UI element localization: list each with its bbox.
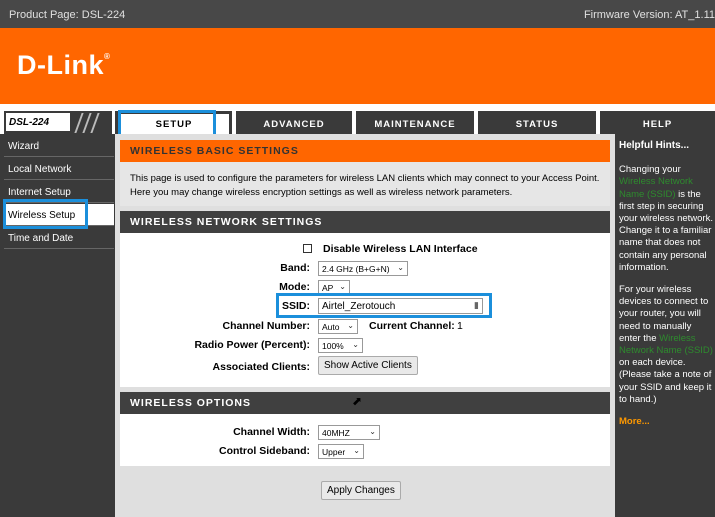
chevron-down-icon: ⌄ (339, 282, 346, 291)
ssid-value: Airtel_Zerotouch (322, 301, 396, 312)
basic-settings-description: This page is used to configure the param… (120, 162, 610, 206)
tab-status[interactable]: STATUS (478, 111, 596, 136)
help-title: Helpful Hints... (619, 140, 689, 151)
control-sideband-value: Upper (322, 447, 346, 457)
sidebar-item-wireless-setup[interactable]: Wireless Setup (4, 204, 114, 226)
sidebar-item-local-network[interactable]: Local Network (4, 158, 114, 180)
control-sideband-select[interactable]: Upper ⌄ (318, 444, 364, 459)
dlink-logo: D-Link® (17, 50, 111, 80)
band-label: Band: (280, 262, 310, 274)
channel-select[interactable]: Auto ⌄ (318, 319, 358, 334)
top-info-bar: Product Page: DSL-224 Firmware Version: … (0, 0, 715, 28)
mode-select[interactable]: AP ⌄ (318, 280, 350, 295)
current-channel-value: 1 (457, 320, 463, 332)
channel-width-value: 40MHZ (322, 428, 350, 438)
wireless-options-panel: Channel Width: 40MHZ ⌄ Control Sideband: … (120, 414, 610, 466)
ssid-label: SSID: (281, 300, 310, 312)
tab-setup[interactable]: SETUP (115, 111, 232, 136)
chevron-down-icon: ⌄ (353, 446, 360, 455)
chevron-down-icon: ⌄ (397, 263, 404, 272)
radio-power-label: Radio Power (Percent): (194, 339, 310, 351)
tab-maintenance[interactable]: MAINTENANCE (356, 111, 474, 136)
disable-wlan-checkbox[interactable] (303, 244, 312, 253)
help-paragraph-2: For your wireless devices to connect to … (619, 284, 713, 405)
sidebar-item-time-and-date[interactable]: Time and Date (4, 227, 114, 249)
main-tab-bar: DSL-224 SETUP ADVANCED MAINTENANCE STATU… (0, 104, 715, 136)
control-sideband-label: Control Sideband: (219, 445, 310, 457)
network-settings-panel: Disable Wireless LAN Interface Band: 2.4… (120, 233, 610, 387)
mouse-cursor-icon: ⬈ (352, 394, 363, 408)
channel-number-label: Channel Number: (222, 320, 310, 332)
main-content: WIRELESS BASIC SETTINGS This page is use… (115, 134, 615, 517)
mode-value: AP (322, 283, 334, 293)
band-select[interactable]: 2.4 GHz (B+G+N) ⌄ (318, 261, 408, 276)
slash-decoration (90, 113, 100, 133)
help-paragraph-1: Changing your Wireless Network Name (SSI… (619, 164, 713, 273)
model-label: DSL-224 (6, 113, 70, 131)
product-page-label: Product Page: DSL-224 (9, 9, 126, 21)
radio-power-select[interactable]: 100% ⌄ (318, 338, 363, 353)
help-panel: Helpful Hints... Changing your Wireless … (615, 134, 715, 517)
channel-value: Auto (322, 322, 340, 332)
tab-setup-label: SETUP (119, 114, 229, 136)
radio-power-value: 100% (322, 341, 344, 351)
network-settings-title: WIRELESS NETWORK SETTINGS (120, 211, 610, 233)
sidebar-item-wizard[interactable]: Wizard (4, 135, 114, 157)
sidebar: Wizard Local Network Internet Setup Wire… (0, 134, 115, 517)
chevron-down-icon: ⌄ (347, 321, 354, 330)
show-active-clients-button[interactable]: Show Active Clients (318, 356, 418, 375)
more-link[interactable]: More... (619, 416, 715, 428)
model-tab: DSL-224 (4, 111, 112, 136)
chevron-down-icon: ⌄ (369, 427, 376, 436)
basic-settings-title: WIRELESS BASIC SETTINGS (120, 140, 610, 162)
sidebar-item-internet-setup[interactable]: Internet Setup (4, 181, 114, 203)
wireless-options-title: WIRELESS OPTIONS (120, 392, 610, 414)
mode-label: Mode: (279, 281, 310, 293)
current-channel-label: Current Channel: (369, 320, 455, 332)
channel-width-select[interactable]: 40MHZ ⌄ (318, 425, 380, 440)
channel-width-label: Channel Width: (233, 426, 310, 438)
brand-banner: D-Link® (0, 28, 715, 104)
firmware-version-label: Firmware Version: AT_1.11 (583, 9, 715, 21)
tab-help[interactable]: HELP (600, 111, 715, 136)
disable-wlan-label: Disable Wireless LAN Interface (323, 243, 478, 255)
key-icon: ▮ (474, 300, 479, 310)
ssid-input[interactable]: Airtel_Zerotouch ▮ (318, 298, 483, 314)
chevron-down-icon: ⌄ (352, 340, 359, 349)
apply-changes-button[interactable]: Apply Changes (321, 481, 401, 500)
tab-advanced[interactable]: ADVANCED (236, 111, 352, 136)
band-value: 2.4 GHz (B+G+N) (322, 264, 390, 274)
associated-clients-label: Associated Clients: (212, 361, 310, 373)
